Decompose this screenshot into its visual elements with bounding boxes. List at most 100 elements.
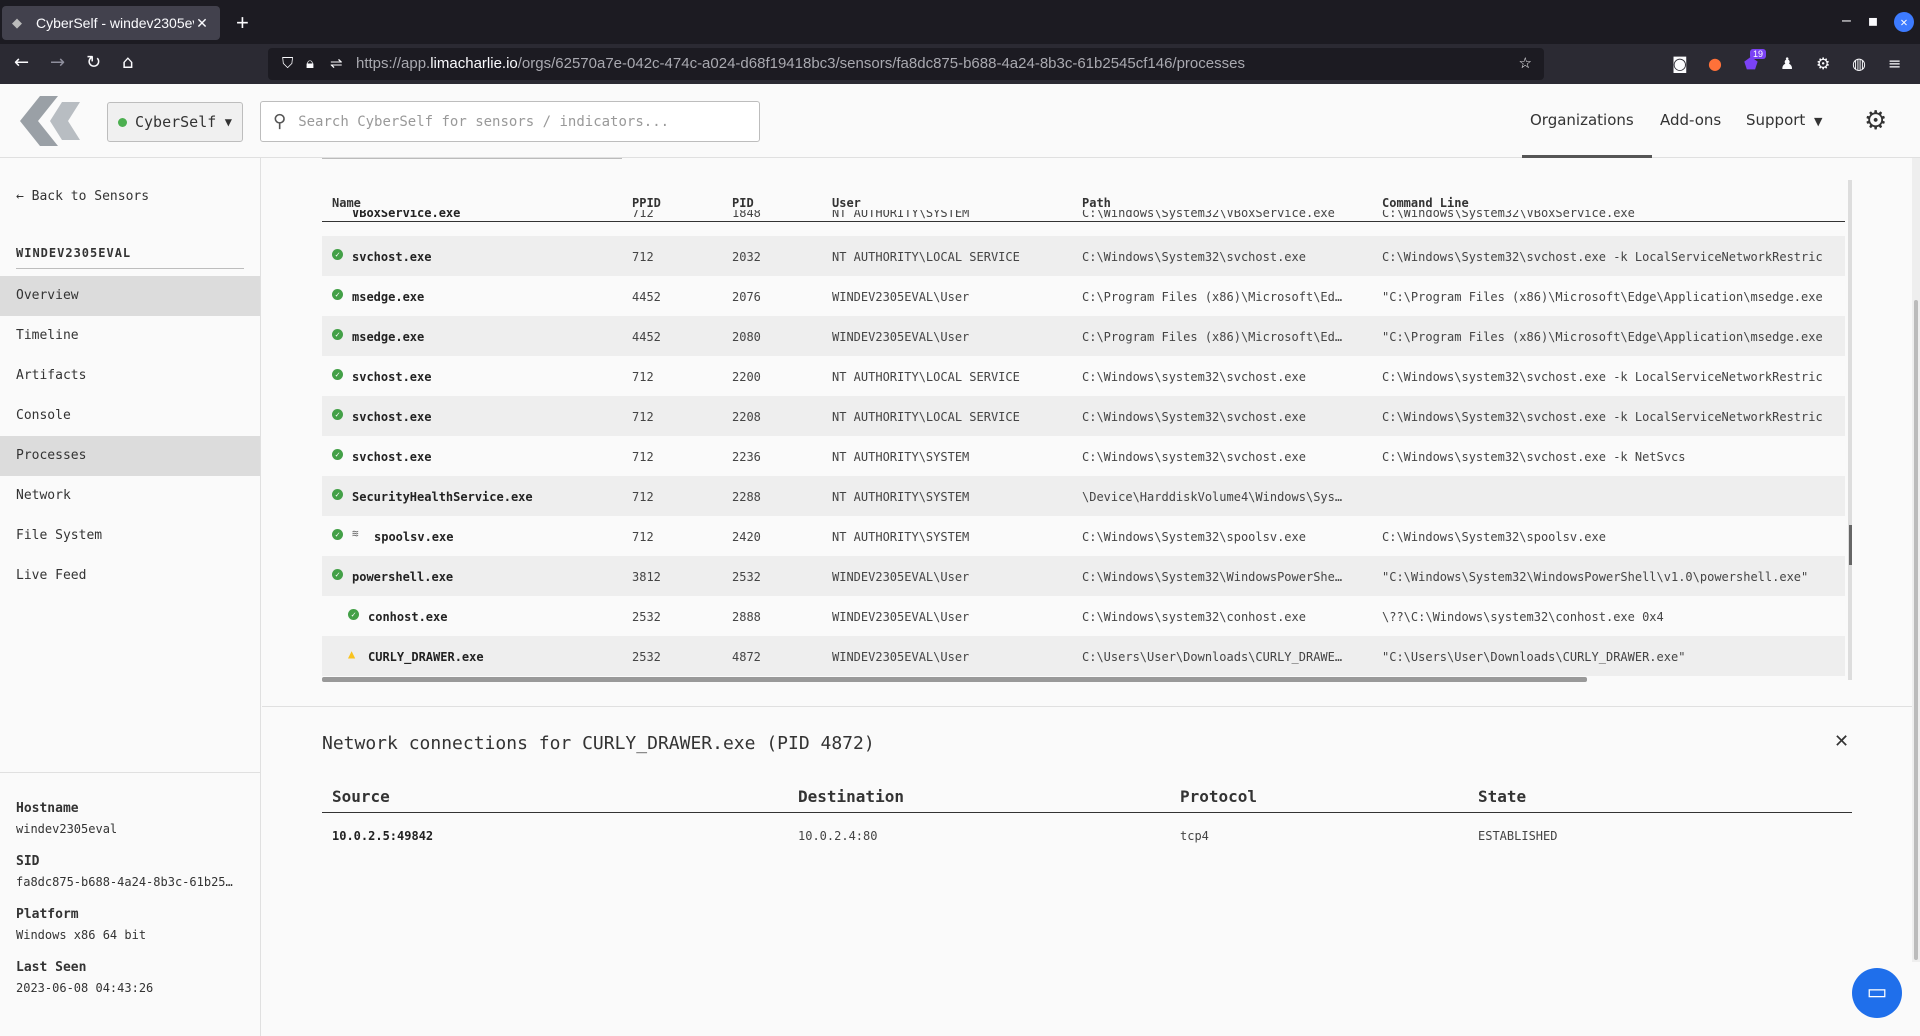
gear-icon[interactable]: ⚙ <box>1864 106 1887 136</box>
cell-pid: 2200 <box>732 370 761 384</box>
table-row[interactable]: ✓ ≋ spoolsv.exe 712 2420 NT AUTHORITY\SYSTEM C… <box>322 516 1845 556</box>
limacharlie-logo-icon[interactable] <box>20 96 84 146</box>
minimize-icon[interactable]: – <box>1842 12 1851 30</box>
chat-support-button[interactable]: ▭ <box>1852 968 1902 1018</box>
col-destination[interactable]: Destination <box>798 787 904 806</box>
network-connections-panel: Network connections for CURLY_DRAWER.exe… <box>262 706 1920 1036</box>
table-horizontal-scrollbar[interactable] <box>322 677 1587 682</box>
signed-check-icon: ✓ <box>332 569 343 580</box>
col-command-line[interactable]: Command Line <box>1382 196 1469 210</box>
window-close-icon[interactable]: ✕ <box>1894 12 1914 32</box>
table-row[interactable]: ✓ msedge.exe 4452 2080 WINDEV2305EVAL\User C:… <box>322 316 1845 356</box>
cell-ppid: 2532 <box>632 610 661 624</box>
divider <box>16 268 244 269</box>
menu-icon[interactable]: ≡ <box>1888 54 1901 73</box>
shield-icon: ⛉ <box>282 55 294 72</box>
forward-arrow-icon[interactable]: → <box>50 52 65 73</box>
table-vertical-scrollbar[interactable] <box>1848 180 1852 680</box>
sidebar-item-live-feed[interactable]: Live Feed <box>0 556 260 596</box>
table-row[interactable]: ✓ msedge.exe 4452 2076 WINDEV2305EVAL\User C:… <box>322 276 1845 316</box>
cell-pid: 2420 <box>732 530 761 544</box>
divider <box>322 158 622 159</box>
org-selector[interactable]: CyberSelf ▼ <box>107 102 243 142</box>
table-row[interactable]: ▲ CURLY_DRAWER.exe 2532 4872 WINDEV2305EVAL\… <box>322 636 1845 676</box>
col-state[interactable]: State <box>1478 787 1526 806</box>
cell-user: WINDEV2305EVAL\User <box>832 610 970 624</box>
signed-check-icon: ✓ <box>332 249 343 260</box>
browser-navbar: ← → ↻ ⌂ ⛉ 🔒︎ ⇌ https://app.limacharlie.i… <box>0 44 1920 84</box>
nav-addons[interactable]: Add-ons <box>1660 111 1721 129</box>
sidebar-item-timeline[interactable]: Timeline <box>0 316 260 356</box>
col-user[interactable]: User <box>832 196 861 210</box>
cell-ppid: 3812 <box>632 570 661 584</box>
cell-name: SecurityHealthService.exe <box>352 490 533 504</box>
table-row[interactable]: ✓ SecurityHealthService.exe 712 2288 NT AUTH… <box>322 476 1845 516</box>
org-status-dot <box>118 117 127 127</box>
sidebar-item-artifacts[interactable]: Artifacts <box>0 356 260 396</box>
bookmark-star-icon[interactable]: ☆ <box>1519 48 1532 80</box>
col-protocol[interactable]: Protocol <box>1180 787 1257 806</box>
back-to-sensors-link[interactable]: ← Back to Sensors <box>16 189 149 204</box>
table-row[interactable]: ✓ conhost.exe 2532 2888 WINDEV2305EVAL\User C… <box>322 596 1845 636</box>
nav-organizations[interactable]: Organizations <box>1530 111 1634 129</box>
signed-check-icon: ✓ <box>332 329 343 340</box>
cell-path: C:\Windows\system32\svchost.exe <box>1082 450 1306 464</box>
col-source[interactable]: Source <box>332 787 390 806</box>
search-icon: ⚲ <box>273 111 287 132</box>
cell-name: spoolsv.exe <box>374 530 454 544</box>
cell-pid: 2288 <box>732 490 761 504</box>
warning-icon: ▲ <box>348 647 356 661</box>
page-scroll-thumb[interactable] <box>1914 300 1918 960</box>
sidebar-item-file-system[interactable]: File System <box>0 516 260 556</box>
hostname-value: windev2305eval <box>16 822 118 836</box>
globe-icon[interactable]: ◍ <box>1852 54 1866 73</box>
search-box[interactable]: ⚲ <box>260 101 760 142</box>
table-row[interactable]: ✓ svchost.exe 712 2208 NT AUTHORITY\LOCAL SE… <box>322 396 1845 436</box>
table-row[interactable]: ✓ svchost.exe 712 2236 NT AUTHORITY\SYSTEM C:… <box>322 436 1845 476</box>
close-icon[interactable]: ✕ <box>1834 731 1849 752</box>
firefox-icon[interactable]: ● <box>1708 54 1722 73</box>
col-pid[interactable]: PID <box>732 196 754 210</box>
cell-ppid: 712 <box>632 410 654 424</box>
extension-icon[interactable]: ♟ <box>1780 54 1794 73</box>
net-state: ESTABLISHED <box>1478 829 1558 843</box>
last-seen-label: Last Seen <box>16 960 87 975</box>
pocket-icon[interactable]: ◙ <box>1672 54 1688 73</box>
signed-check-icon: ✓ <box>332 409 343 420</box>
sensor-hostname-title: WINDEV2305EVAL <box>16 246 132 260</box>
home-icon[interactable]: ⌂ <box>122 52 133 73</box>
cell-pid: 2076 <box>732 290 761 304</box>
table-scroll-thumb[interactable] <box>1849 525 1852 565</box>
cell-ppid: 712 <box>632 490 654 504</box>
extension-gear-icon[interactable]: ⚙ <box>1816 54 1830 73</box>
col-name[interactable]: Name <box>332 196 361 210</box>
browser-tab[interactable]: ◆ CyberSelf - windev2305eval ✕ <box>2 6 220 40</box>
table-row[interactable]: 10.0.2.5:49842 10.0.2.4:80 tcp4 ESTABLIS… <box>322 813 1852 853</box>
cell-cmd: C:\Windows\System32\svchost.exe -k Local… <box>1382 250 1823 264</box>
nav-support[interactable]: Support <box>1746 111 1805 129</box>
cell-cmd: C:\Windows\system32\svchost.exe -k NetSv… <box>1382 450 1686 464</box>
table-row[interactable]: ✓ powershell.exe 3812 2532 WINDEV2305EVAL\Us… <box>322 556 1845 596</box>
tab-title: CyberSelf - windev2305eval <box>36 15 194 31</box>
close-tab-icon[interactable]: ✕ <box>194 15 210 32</box>
cell-pid: 2032 <box>732 250 761 264</box>
sidebar-item-console[interactable]: Console <box>0 396 260 436</box>
table-row[interactable]: ✓ svchost.exe 712 2200 NT AUTHORITY\LOCAL SE… <box>322 356 1845 396</box>
cell-path: C:\Windows\System32\svchost.exe <box>1082 250 1306 264</box>
app-header: CyberSelf ▼ ⚲ Organizations Add-ons Supp… <box>0 84 1920 158</box>
table-row[interactable]: ✓ svchost.exe 712 2032 NT AUTHORITY\LOCAL SE… <box>322 236 1845 276</box>
new-tab-icon[interactable]: + <box>236 10 249 36</box>
lock-icon: 🔒︎ <box>306 55 314 72</box>
url-bar[interactable]: ⛉ 🔒︎ ⇌ https://app.limacharlie.io/orgs/6… <box>268 48 1544 80</box>
sensor-info: Hostname windev2305eval SID fa8dc875-b68… <box>0 772 260 1013</box>
reload-icon[interactable]: ↻ <box>86 52 101 73</box>
search-input[interactable] <box>298 113 739 130</box>
sidebar-item-network[interactable]: Network <box>0 476 260 516</box>
sidebar-item-processes[interactable]: Processes <box>0 436 260 476</box>
network-activity-icon: ≋ <box>352 527 359 540</box>
col-path[interactable]: Path <box>1082 196 1111 210</box>
back-arrow-icon[interactable]: ← <box>14 52 29 73</box>
maximize-icon[interactable]: ◼ <box>1868 14 1878 28</box>
col-ppid[interactable]: PPID <box>632 196 661 210</box>
sidebar-item-overview[interactable]: Overview <box>0 276 260 316</box>
